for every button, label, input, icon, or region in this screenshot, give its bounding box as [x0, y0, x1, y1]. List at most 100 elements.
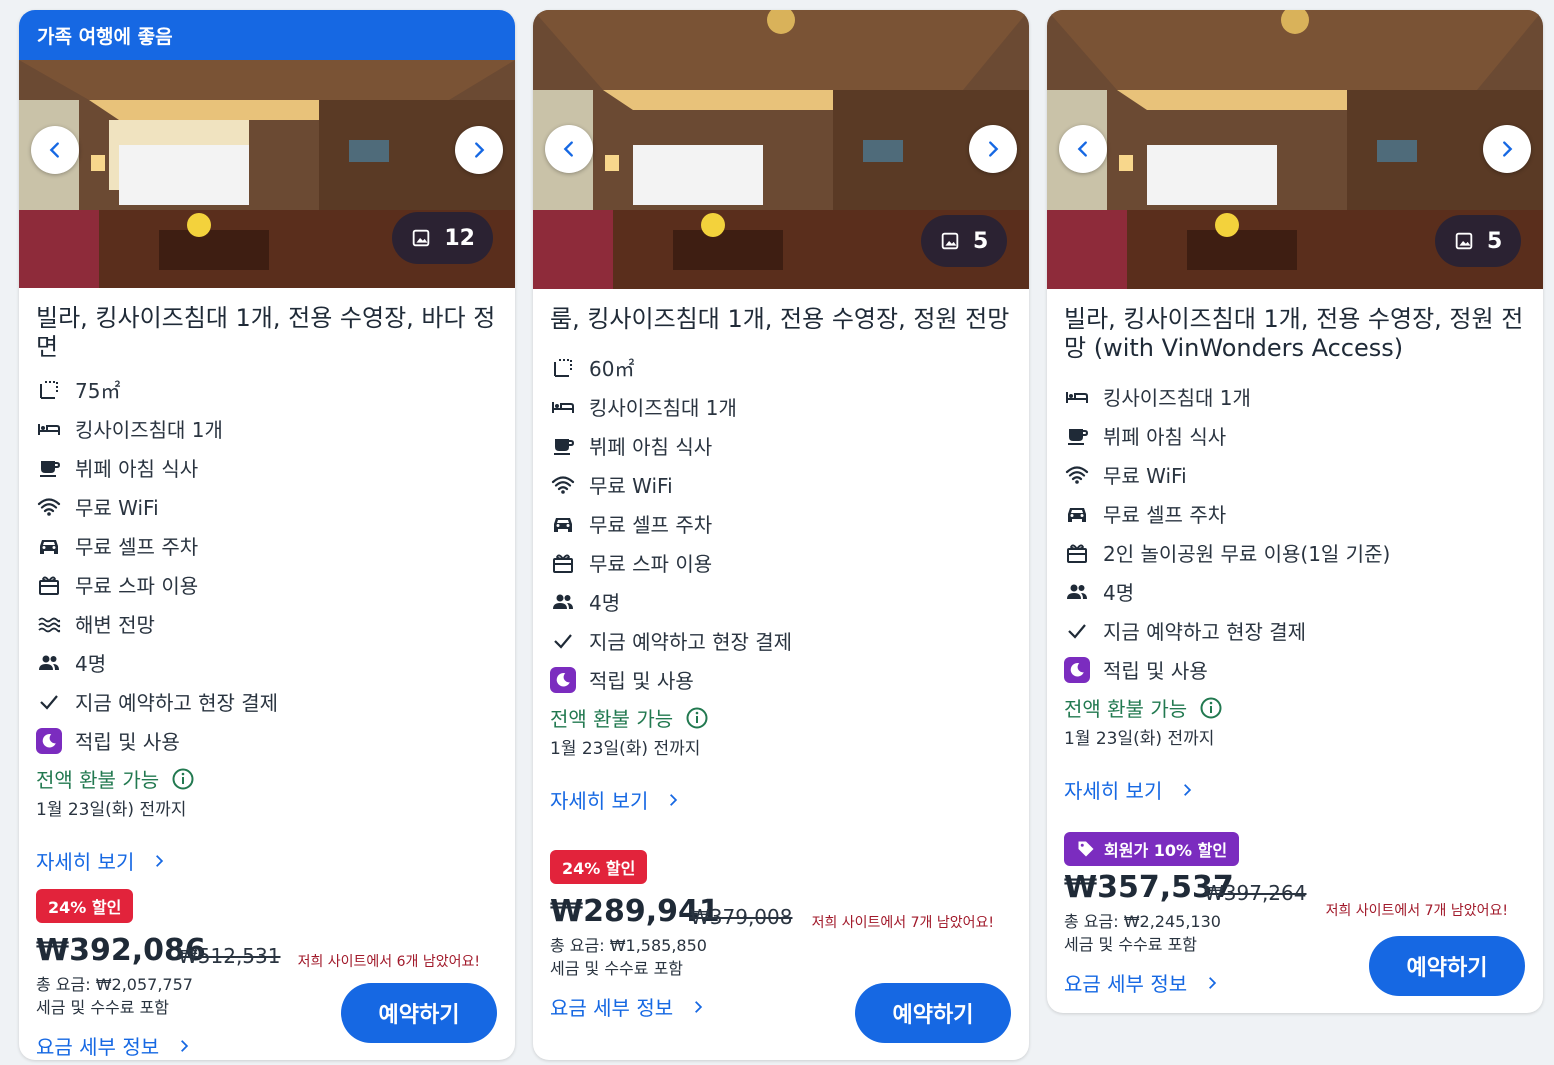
more-details-link[interactable]: 자세히 보기	[36, 846, 498, 875]
amenity-wifi: 무료 WiFi	[1064, 455, 1526, 494]
original-price: ₩397,264	[1204, 881, 1307, 905]
availability-message: 저희 사이트에서 7개 남았어요!	[811, 915, 994, 931]
amenity-rewards: 적립 및 사용	[1064, 650, 1526, 689]
room-card: 5 룸, 킹사이즈침대 1개, 전용 수영장, 정원 전망 60㎡ 킹사이즈침대…	[533, 10, 1029, 1060]
price-row: ₩392,086 ₩512,531 저희 사이트에서 6개 남았어요!	[36, 933, 498, 973]
info-icon[interactable]	[685, 706, 709, 730]
check-icon	[1064, 618, 1090, 644]
chevron-right-icon	[989, 141, 999, 157]
refund-status: 전액 환불 가능	[550, 703, 1012, 732]
price-row: ₩289,941 ₩379,008 저희 사이트에서 7개 남았어요!	[550, 894, 1012, 934]
room-title: 빌라, 킹사이즈침대 1개, 전용 수영장, 바다 정면	[36, 304, 496, 361]
amenity-wifi: 무료 WiFi	[36, 487, 498, 526]
photo-count-button[interactable]: 5	[1435, 215, 1521, 267]
amenity-rewards: 적립 및 사용	[36, 721, 498, 760]
coffee-icon	[1064, 423, 1090, 449]
next-photo-button[interactable]	[455, 126, 503, 174]
reserve-button[interactable]: 예약하기	[341, 983, 497, 1043]
chevron-left-icon	[563, 141, 573, 157]
amenity-occupancy: 4명	[36, 643, 498, 682]
more-details-link[interactable]: 자세히 보기	[1064, 775, 1526, 804]
amenity-area: 60㎡	[550, 348, 1012, 387]
room-photo[interactable]: 5	[1047, 10, 1543, 289]
moon-icon	[550, 666, 576, 693]
room-title: 룸, 킹사이즈침대 1개, 전용 수영장, 정원 전망	[550, 305, 1010, 333]
wifi-icon	[550, 472, 576, 498]
member-discount-badge: 회원가 10% 할인	[1064, 832, 1240, 866]
spa-icon	[36, 572, 62, 598]
car-icon	[36, 533, 62, 559]
previous-photo-button[interactable]	[31, 126, 79, 174]
chevron-right-icon	[156, 854, 164, 867]
availability-message: 저희 사이트에서 6개 남았어요!	[297, 954, 480, 970]
amenity-spa: 무료 스파 이용	[550, 543, 1012, 582]
chevron-left-icon	[49, 142, 59, 158]
amenity-area: 75㎡	[36, 370, 498, 409]
next-photo-button[interactable]	[1483, 125, 1531, 173]
amenity-rewards: 적립 및 사용	[550, 660, 1012, 699]
discount-badge: 24% 할인	[36, 889, 134, 923]
amenity-pay-later: 지금 예약하고 현장 결제	[36, 682, 498, 721]
refund-deadline: 1월 23일(화) 전까지	[36, 800, 187, 820]
previous-photo-button[interactable]	[545, 125, 593, 173]
photo-count: 12	[444, 225, 475, 251]
next-photo-button[interactable]	[969, 125, 1017, 173]
price-row: ₩357,537 ₩397,264 저희 사이트에서 7개 남았어요!	[1064, 870, 1526, 919]
chevron-right-icon	[475, 142, 485, 158]
bed-icon	[36, 416, 62, 442]
reserve-button[interactable]: 예약하기	[855, 983, 1011, 1043]
room-photo[interactable]: 12	[19, 60, 515, 288]
spa-icon	[550, 550, 576, 576]
reserve-button[interactable]: 예약하기	[1369, 936, 1525, 996]
people-icon	[36, 650, 62, 676]
amenity-breakfast: 뷔페 아침 식사	[550, 426, 1012, 465]
amenity-bed: 킹사이즈침대 1개	[1064, 377, 1526, 416]
photo-count-button[interactable]: 5	[921, 215, 1007, 267]
chevron-right-icon	[181, 1039, 189, 1052]
refund-deadline: 1월 23일(화) 전까지	[1064, 729, 1215, 749]
amenity-theme-park: 2인 놀이공원 무료 이용(1일 기준)	[1064, 533, 1526, 572]
amenity-list: 75㎡ 킹사이즈침대 1개 뷔페 아침 식사 무료 WiFi 무료 셀프 주차 …	[36, 370, 498, 760]
chevron-right-icon	[1503, 141, 1513, 157]
wifi-icon	[1064, 462, 1090, 488]
amenity-parking: 무료 셀프 주차	[550, 504, 1012, 543]
coffee-icon	[550, 433, 576, 459]
coffee-icon	[36, 455, 62, 481]
moon-icon	[36, 727, 62, 754]
car-icon	[1064, 501, 1090, 527]
photo-count-button[interactable]: 12	[392, 212, 493, 264]
photo-count: 5	[973, 228, 989, 254]
amenity-parking: 무료 셀프 주차	[36, 526, 498, 565]
check-icon	[550, 628, 576, 654]
room-title: 빌라, 킹사이즈침대 1개, 전용 수영장, 정원 전망 (with VinWo…	[1064, 305, 1524, 362]
amenity-list: 킹사이즈침대 1개 뷔페 아침 식사 무료 WiFi 무료 셀프 주차 2인 놀…	[1064, 377, 1526, 689]
people-icon	[1064, 579, 1090, 605]
tag-icon	[1078, 841, 1094, 857]
original-price: ₩512,531	[178, 944, 281, 968]
gallery-icon	[413, 229, 430, 247]
tax-note: 세금 및 수수료 포함	[550, 959, 684, 978]
amenity-pay-later: 지금 예약하고 현장 결제	[550, 621, 1012, 660]
chevron-left-icon	[1077, 141, 1087, 157]
more-details-link[interactable]: 자세히 보기	[550, 785, 1012, 814]
chevron-right-icon	[670, 793, 678, 806]
amenity-bed: 킹사이즈침대 1개	[36, 409, 498, 448]
original-price: ₩379,008	[690, 905, 793, 929]
room-photo[interactable]: 5	[533, 10, 1029, 289]
chevron-right-icon	[1209, 976, 1217, 989]
amenity-beach-view: 해변 전망	[36, 604, 498, 643]
info-icon[interactable]	[171, 767, 195, 791]
chevron-right-icon	[1184, 783, 1192, 796]
discount-badge: 24% 할인	[550, 850, 648, 884]
total-price: 총 요금: ₩1,585,850	[550, 936, 707, 955]
previous-photo-button[interactable]	[1059, 125, 1107, 173]
info-icon[interactable]	[1199, 696, 1223, 720]
gallery-icon	[941, 232, 959, 250]
availability-message: 저희 사이트에서 7개 남았어요!	[1325, 903, 1508, 919]
bed-icon	[1064, 384, 1090, 410]
gallery-icon	[1455, 232, 1473, 250]
area-icon	[550, 355, 576, 381]
room-card: 가족 여행에 좋음 12 빌라, 킹사이즈침대 1개, 전용 수영장, 바다 정…	[19, 10, 515, 1060]
family-banner: 가족 여행에 좋음	[19, 10, 515, 60]
moon-icon	[1064, 656, 1090, 683]
